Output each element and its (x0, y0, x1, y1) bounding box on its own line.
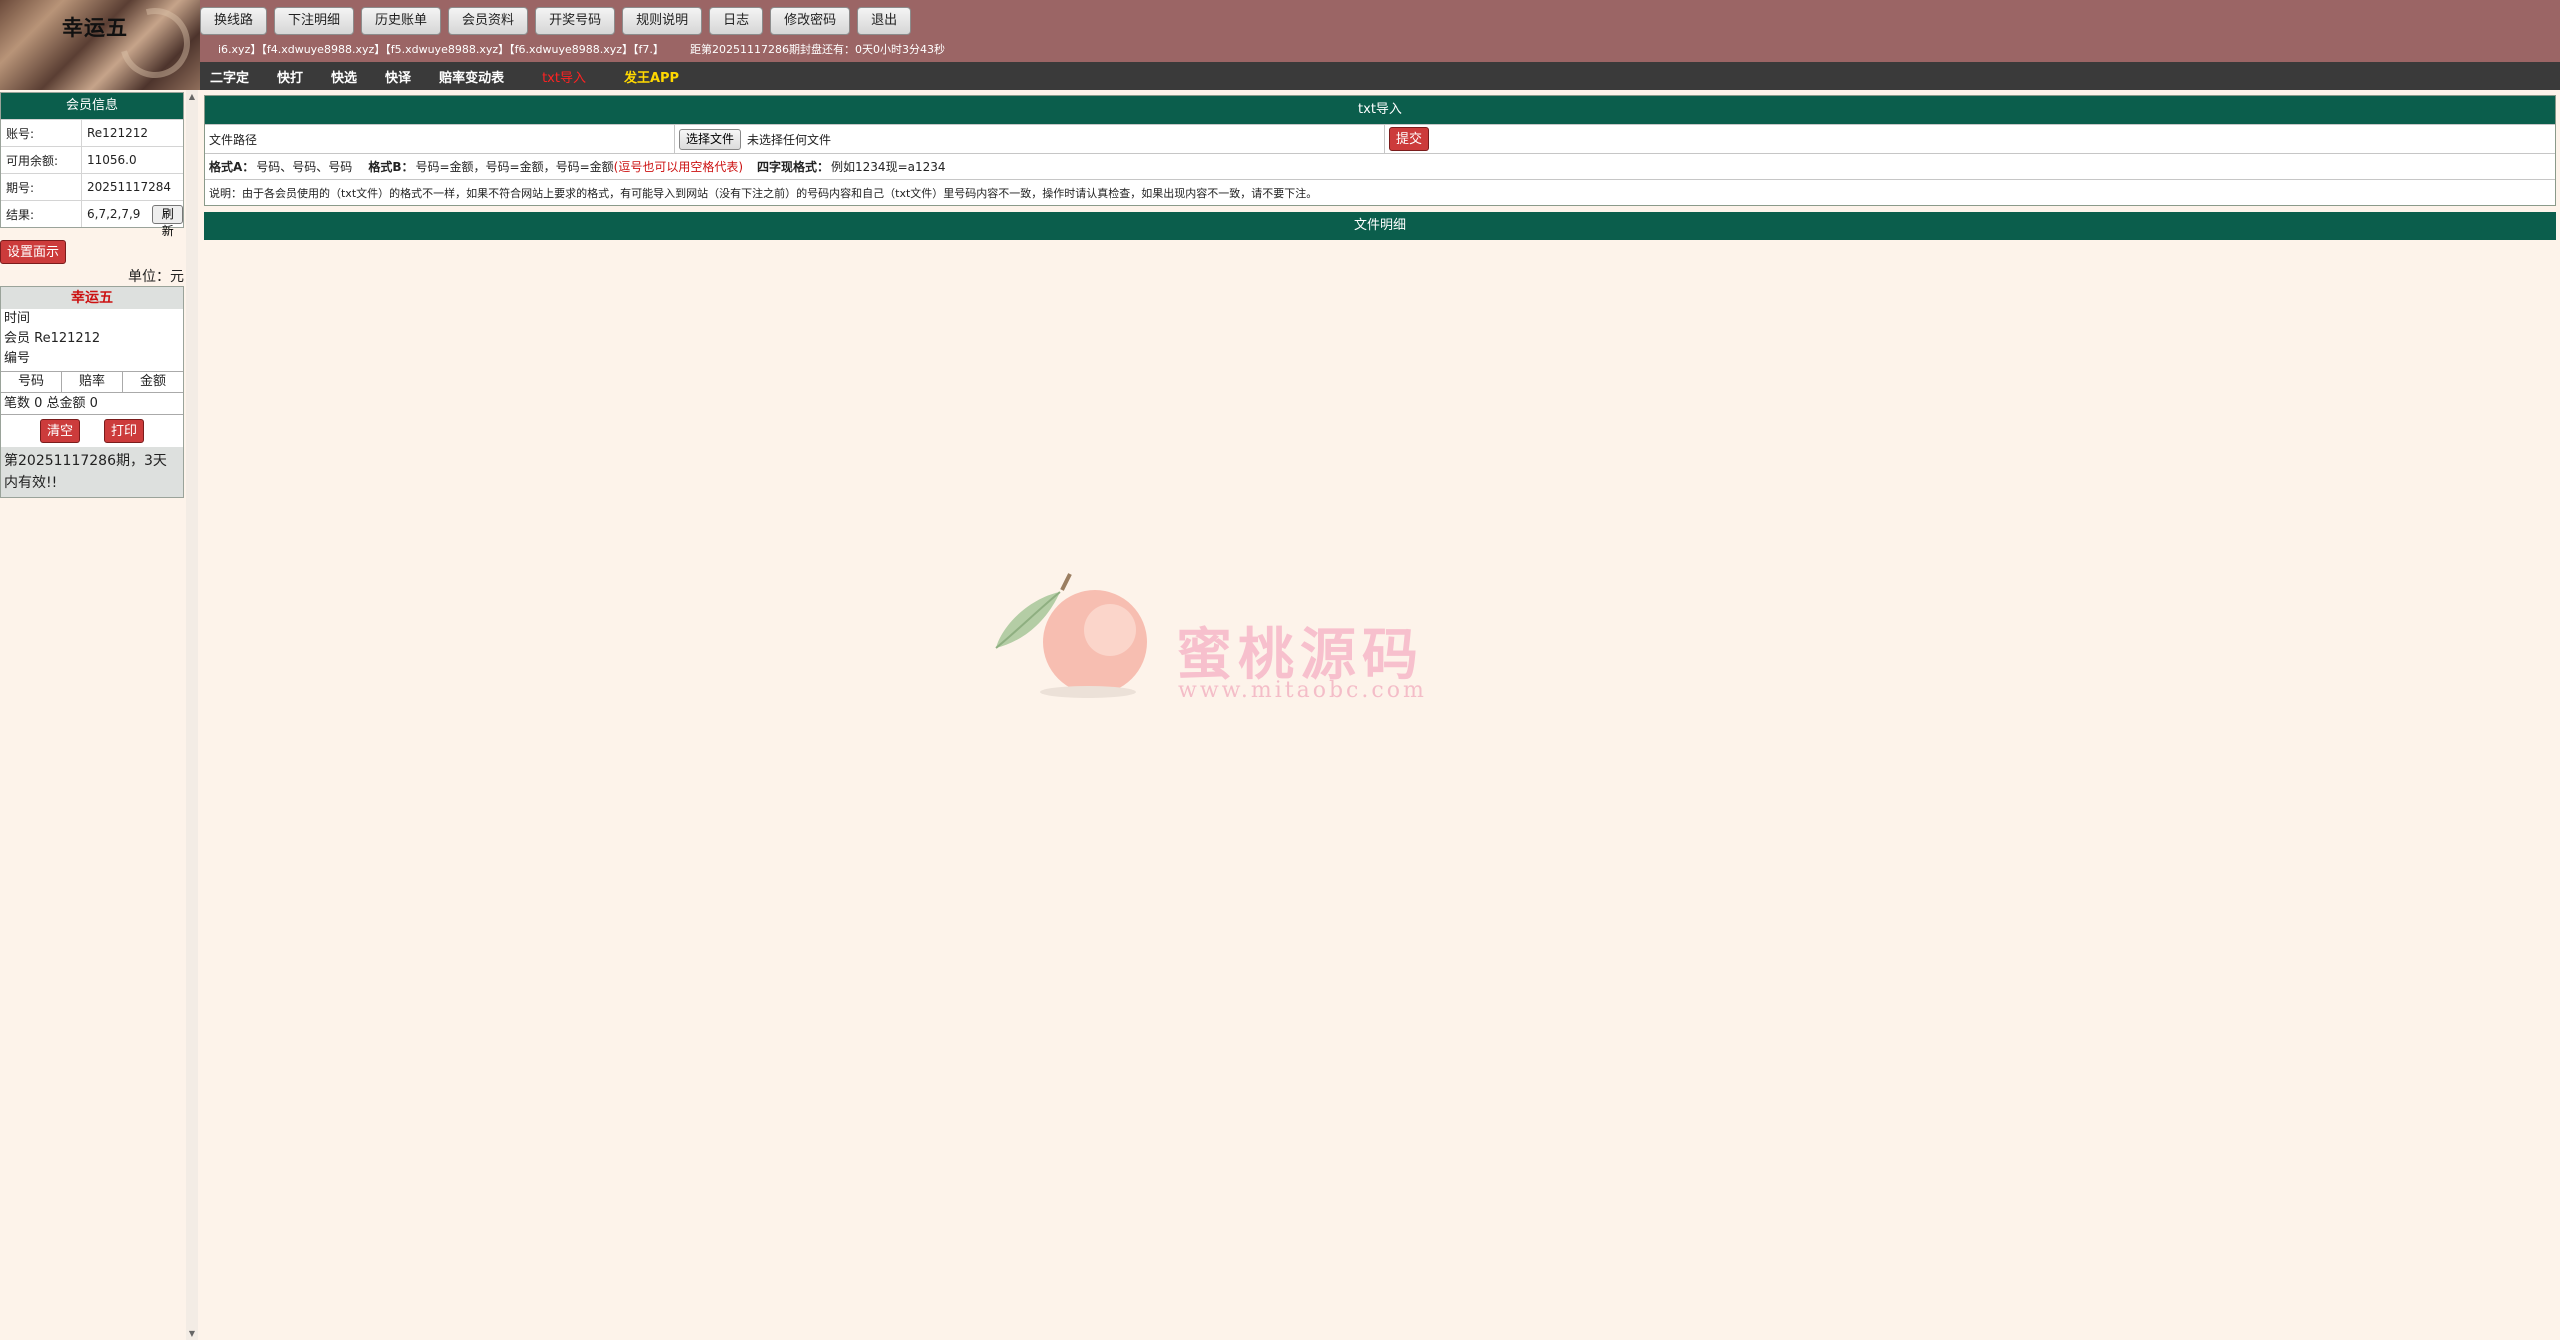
refresh-button[interactable]: 刷新 (152, 204, 183, 238)
nav-txt-import[interactable]: txt导入 (542, 67, 586, 86)
line-links[interactable]: i6.xyz】【f4.xdwuye8988.xyz】【f5.xdwuye8988… (218, 41, 664, 57)
history-bill-button[interactable]: 历史账单 (361, 7, 442, 35)
format-b-text: 号码=金额，号码=金额，号码=金额 (415, 160, 614, 174)
member-profile-button[interactable]: 会员资料 (448, 7, 529, 35)
peach-logo-icon (995, 573, 1147, 698)
nav-two-digit[interactable]: 二字定 (210, 67, 249, 86)
change-password-button[interactable]: 修改密码 (770, 7, 851, 35)
balance-row: 可用余额: 11056.0 (1, 146, 183, 173)
logo-banner: 幸运五 (0, 0, 203, 91)
draw-numbers-button[interactable]: 开奖号码 (535, 7, 616, 35)
period-value: 20251117284 (81, 174, 183, 200)
choose-file-button[interactable]: 选择文件 (679, 128, 742, 150)
slip-member: 会员 Re121212 (4, 331, 101, 346)
txt-import-panel: txt导入 文件路径 选择文件 未选择任何文件 提交 格式A： 号码、号码、号码… (204, 95, 2556, 206)
member-info-title: 会员信息 (1, 93, 183, 119)
sidebar-scrollbar[interactable]: ▲ ▼ (186, 90, 198, 1340)
col-amount: 金额 (139, 374, 166, 389)
file-details-title: 文件明细 (204, 212, 2556, 240)
scroll-down-icon[interactable]: ▼ (186, 1329, 198, 1338)
slip-validity-note: 第20251117286期，3天内有效!! (1, 447, 183, 497)
top-header: 换线路 下注明细 历史账单 会员资料 开奖号码 规则说明 日志 修改密码 退出 … (0, 0, 2560, 62)
submit-button[interactable]: 提交 (1389, 127, 1430, 151)
col-odds: 赔率 (62, 372, 123, 392)
logout-button[interactable]: 退出 (857, 7, 912, 35)
nav-odds-changes[interactable]: 赔率变动表 (439, 67, 504, 86)
account-row: 账号: Re121212 (1, 119, 183, 146)
left-sidebar: 会员信息 账号: Re121212 可用余额: 11056.0 期号: 2025… (0, 92, 184, 238)
file-picker: 选择文件 未选择任何文件 (675, 125, 1385, 153)
import-note: 说明：由于各会员使用的（txt文件）的格式不一样，如果不符合网站上要求的格式，有… (205, 179, 2555, 205)
format-a-text: 号码、号码、号码 (256, 160, 353, 174)
watermark: 蜜桃源码 www.mitaobc.com (990, 570, 1450, 710)
game-nav-bar: 二字定 快打 快选 快译 赔率变动表 txt导入 发王APP (200, 62, 2560, 90)
slip-time: 时间 (4, 311, 31, 326)
period-row: 期号: 20251117284 (1, 173, 183, 200)
rules-button[interactable]: 规则说明 (622, 7, 703, 35)
top-toolbar: 换线路 下注明细 历史账单 会员资料 开奖号码 规则说明 日志 修改密码 退出 (200, 7, 912, 35)
print-button[interactable]: 打印 (104, 419, 145, 443)
format-b-note: (逗号也可以用空格代表) (613, 160, 744, 174)
result-value: 6,7,2,7,9 (87, 207, 141, 221)
slip-table-header: 号码 赔率 金额 (1, 371, 183, 393)
clear-button[interactable]: 清空 (39, 419, 80, 443)
format-row: 格式A： 号码、号码、号码 格式B： 号码=金额，号码=金额，号码=金额 (逗号… (205, 153, 2555, 179)
nav-app-link[interactable]: 发王APP (624, 67, 679, 86)
bet-details-button[interactable]: 下注明细 (274, 7, 355, 35)
watermark-url: www.mitaobc.com (1178, 678, 1427, 703)
col-number: 号码 (1, 372, 62, 392)
account-value: Re121212 (81, 120, 183, 146)
nav-quick-pick[interactable]: 快选 (331, 67, 357, 86)
balance-value: 11056.0 (81, 147, 183, 173)
main-content: txt导入 文件路径 选择文件 未选择任何文件 提交 格式A： 号码、号码、号码… (204, 95, 2556, 240)
close-countdown: 距第20251117286期封盘还有：0天0小时3分43秒 (690, 43, 945, 56)
four-digit-format-text: 例如1234现=a1234 (831, 160, 946, 174)
bet-slip-panel: 幸运五 时间 会员 Re121212 编号 号码 赔率 金额 笔数 0 总金额 … (0, 286, 184, 498)
slip-number: 编号 (4, 351, 31, 366)
result-row: 结果: 6,7,2,7,9 刷新 (1, 200, 183, 238)
unit-label: 单位：元 (128, 269, 184, 285)
nav-quick-translate[interactable]: 快译 (385, 67, 411, 86)
log-button[interactable]: 日志 (709, 7, 764, 35)
nav-quick-bet[interactable]: 快打 (277, 67, 303, 86)
no-file-text: 未选择任何文件 (747, 132, 832, 147)
switch-line-button[interactable]: 换线路 (200, 7, 268, 35)
app-title: 幸运五 (62, 16, 128, 40)
file-row: 文件路径 选择文件 未选择任何文件 提交 (205, 124, 2555, 153)
scroll-up-icon[interactable]: ▲ (186, 92, 198, 101)
bet-slip-title: 幸运五 (1, 287, 183, 309)
settings-display-button[interactable]: 设置面示 (0, 240, 67, 264)
txt-import-title: txt导入 (205, 96, 2555, 124)
file-path-label: 文件路径 (205, 125, 675, 153)
slip-total: 笔数 0 总金额 0 (1, 393, 183, 415)
member-info-panel: 会员信息 账号: Re121212 可用余额: 11056.0 期号: 2025… (0, 92, 184, 238)
